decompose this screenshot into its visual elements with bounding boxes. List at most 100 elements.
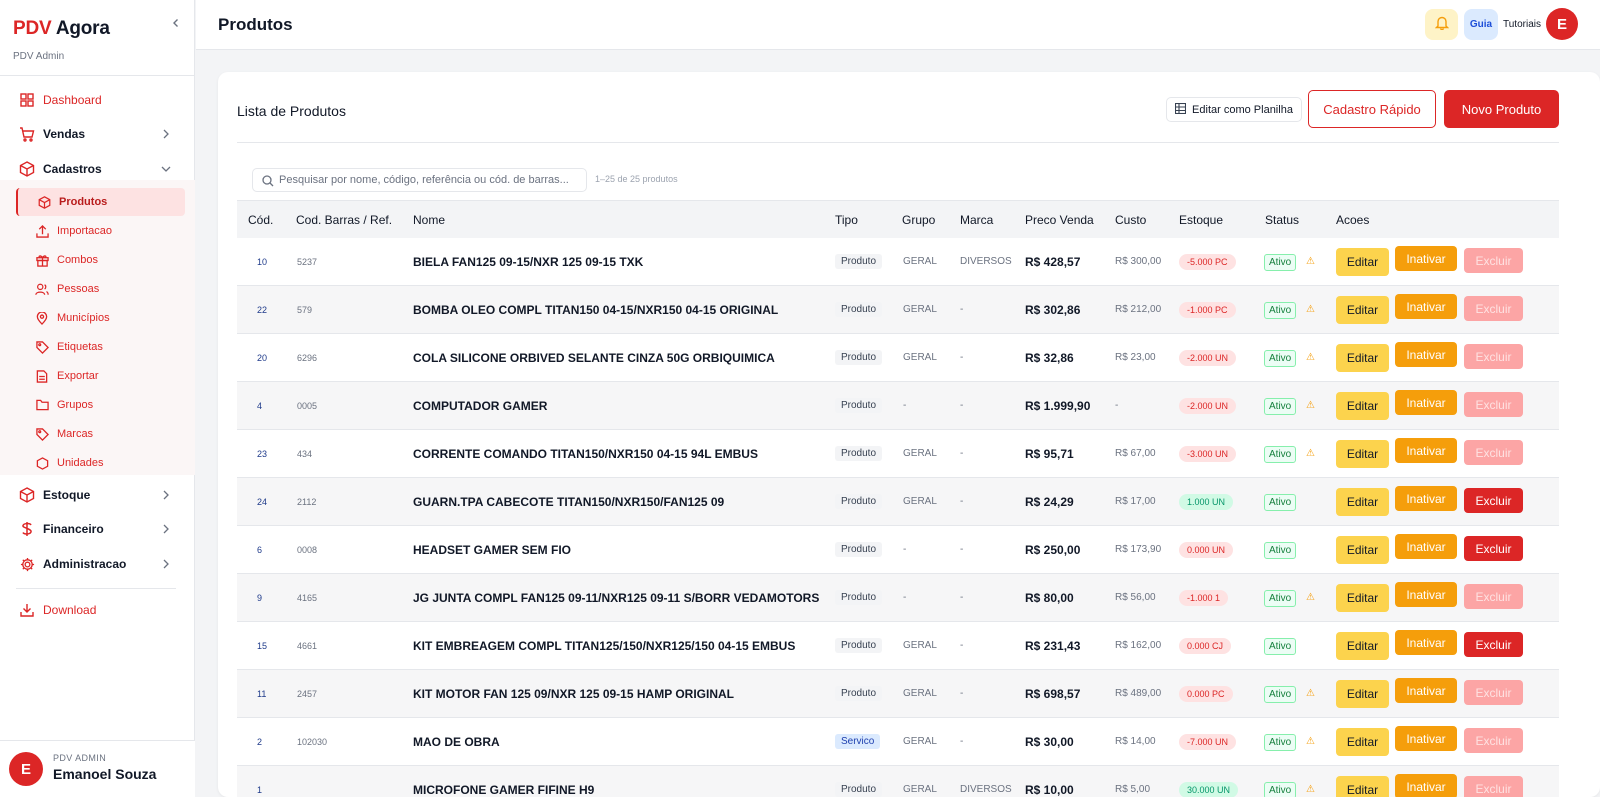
edit-button[interactable]: Editar: [1336, 440, 1389, 468]
delete-button[interactable]: Excluir: [1464, 536, 1523, 561]
product-group: GERAL: [903, 496, 937, 507]
col-ref[interactable]: Cod. Barras / Ref.: [296, 213, 392, 227]
product-brand: DIVERSOS: [960, 784, 1012, 795]
new-product-button[interactable]: Novo Produto: [1444, 90, 1559, 128]
deactivate-button[interactable]: Inativar: [1395, 678, 1457, 703]
warning-icon: ⚠: [1306, 352, 1315, 363]
brand-logo[interactable]: PDV Agora: [13, 18, 110, 40]
col-status[interactable]: Status: [1265, 213, 1299, 227]
col-estoque[interactable]: Estoque: [1179, 213, 1223, 227]
table-row: 2 102030 MAO DE OBRA Servico GERAL - R$ 30,00 R…: [237, 718, 1559, 766]
type-badge: Produto: [835, 494, 883, 509]
edit-button[interactable]: Editar: [1336, 776, 1389, 797]
deactivate-button[interactable]: Inativar: [1395, 630, 1457, 655]
guia-button[interactable]: Guia: [1464, 9, 1498, 40]
deactivate-button[interactable]: Inativar: [1395, 438, 1457, 463]
deactivate-button[interactable]: Inativar: [1395, 774, 1457, 797]
edit-button[interactable]: Editar: [1336, 296, 1389, 324]
col-grupo[interactable]: Grupo: [902, 213, 935, 227]
product-group: -: [903, 544, 907, 555]
folder-icon: [35, 398, 49, 412]
edit-button[interactable]: Editar: [1336, 632, 1389, 660]
user-profile[interactable]: E PDV ADMIN Emanoel Souza: [0, 740, 195, 797]
sub-item-municipios[interactable]: Municípios: [16, 304, 185, 332]
nav-vendas[interactable]: Vendas: [0, 119, 195, 149]
header-avatar[interactable]: E: [1546, 8, 1578, 40]
product-group: GERAL: [903, 256, 937, 267]
warning-icon: ⚠: [1306, 784, 1315, 795]
product-code: 22: [257, 304, 268, 315]
product-price: R$ 24,29: [1025, 495, 1074, 509]
nav-download[interactable]: Download: [0, 595, 195, 625]
table-row: 6 0008 HEADSET GAMER SEM FIO Produto - - R$ 25…: [237, 526, 1559, 574]
shopping-cart-icon: [19, 126, 35, 142]
sub-item-grupos[interactable]: Grupos: [16, 391, 185, 419]
stock-badge: 0.000 CJ: [1179, 637, 1232, 654]
deactivate-button[interactable]: Inativar: [1395, 294, 1457, 319]
deactivate-button[interactable]: Inativar: [1395, 582, 1457, 607]
deactivate-button[interactable]: Inativar: [1395, 726, 1457, 751]
col-cod[interactable]: Cód.: [248, 213, 273, 227]
sub-item-combos[interactable]: Combos: [16, 246, 185, 274]
deactivate-button[interactable]: Inativar: [1395, 486, 1457, 511]
product-group: GERAL: [903, 352, 937, 363]
col-tipo[interactable]: Tipo: [835, 213, 858, 227]
table-header: Cód. Cod. Barras / Ref. Nome Tipo Grupo …: [237, 200, 1559, 238]
nav-administracao[interactable]: Administracao: [0, 549, 195, 579]
results-count: 1–25 de 25 produtos: [595, 174, 678, 184]
button-label: Editar como Planilha: [1192, 103, 1293, 116]
product-barcode: 5237: [297, 256, 318, 267]
edit-button[interactable]: Editar: [1336, 248, 1389, 276]
deactivate-button[interactable]: Inativar: [1395, 534, 1457, 559]
edit-button[interactable]: Editar: [1336, 584, 1389, 612]
delete-button[interactable]: Excluir: [1464, 632, 1523, 657]
collapse-sidebar-icon[interactable]: [168, 15, 184, 31]
col-marca[interactable]: Marca: [960, 213, 993, 227]
edit-button[interactable]: Editar: [1336, 344, 1389, 372]
delete-button: Excluir: [1464, 776, 1523, 797]
sub-item-importacao[interactable]: Importacao: [16, 217, 185, 245]
nav-estoque[interactable]: Estoque: [0, 480, 195, 510]
bell-icon: [1434, 15, 1449, 35]
chevron-right-icon: [160, 523, 172, 535]
edit-button[interactable]: Editar: [1336, 392, 1389, 420]
product-code: 1: [257, 784, 263, 795]
sub-item-produtos[interactable]: Produtos: [16, 188, 185, 216]
sub-item-pessoas[interactable]: Pessoas: [16, 275, 185, 303]
status-badge: Ativo: [1264, 398, 1297, 415]
product-brand: -: [960, 688, 964, 699]
product-barcode: 0008: [297, 544, 318, 555]
edit-button[interactable]: Editar: [1336, 488, 1389, 516]
sub-item-unidades[interactable]: Unidades: [16, 449, 185, 477]
edit-button[interactable]: Editar: [1336, 680, 1389, 708]
product-type: Produto: [835, 398, 883, 413]
deactivate-button[interactable]: Inativar: [1395, 246, 1457, 271]
search-input[interactable]: [279, 171, 579, 189]
nav-label: Estoque: [43, 488, 91, 502]
notifications-button[interactable]: [1425, 9, 1458, 40]
col-nome[interactable]: Nome: [413, 213, 445, 227]
sub-item-etiquetas[interactable]: Etiquetas: [16, 333, 185, 361]
deactivate-button[interactable]: Inativar: [1395, 390, 1457, 415]
delete-button: Excluir: [1464, 248, 1523, 273]
type-badge: Produto: [835, 590, 883, 605]
delete-button: Excluir: [1464, 344, 1523, 369]
edit-spreadsheet-button[interactable]: Editar como Planilha: [1166, 97, 1302, 122]
col-preco[interactable]: Preco Venda: [1025, 213, 1094, 227]
sub-item-marcas[interactable]: Marcas: [16, 420, 185, 448]
product-brand: -: [960, 352, 964, 363]
col-custo[interactable]: Custo: [1115, 213, 1146, 227]
deactivate-button[interactable]: Inativar: [1395, 342, 1457, 367]
product-barcode: 0005: [297, 400, 318, 411]
product-cost: R$ 489,00: [1115, 688, 1162, 699]
delete-button[interactable]: Excluir: [1464, 488, 1523, 513]
type-badge: Servico: [835, 734, 881, 749]
tutoriais-button[interactable]: Tutoriais: [1502, 9, 1542, 40]
edit-button[interactable]: Editar: [1336, 536, 1389, 564]
edit-button[interactable]: Editar: [1336, 728, 1389, 756]
sub-item-exportar[interactable]: Exportar: [16, 362, 185, 390]
quick-register-button[interactable]: Cadastro Rápido: [1308, 90, 1436, 128]
sub-label: Exportar: [57, 370, 99, 382]
nav-financeiro[interactable]: Financeiro: [0, 514, 195, 544]
nav-dashboard[interactable]: Dashboard: [0, 85, 195, 115]
